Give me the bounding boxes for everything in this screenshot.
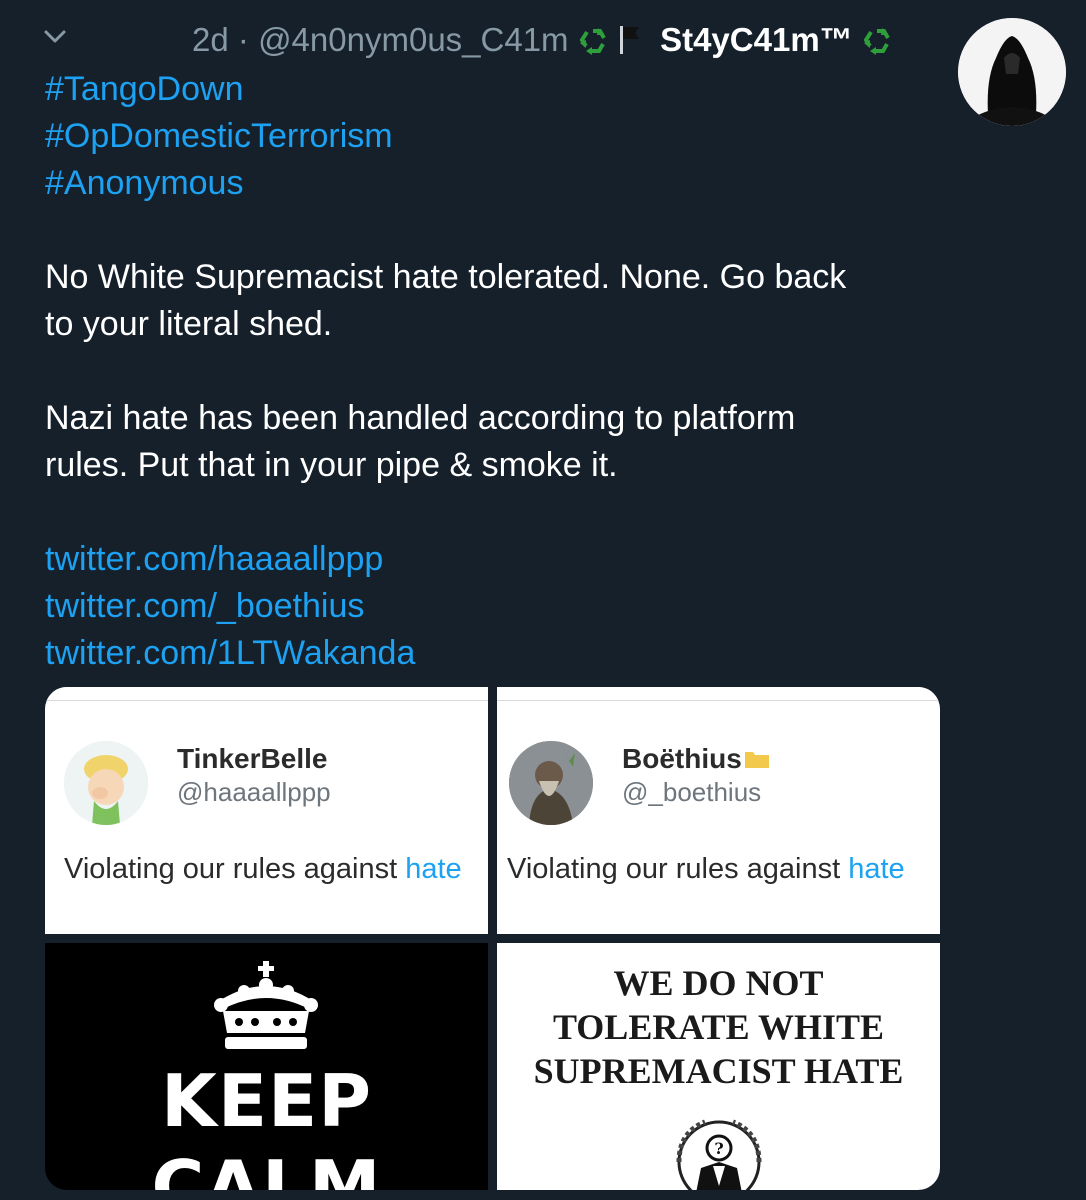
hashtag[interactable]: #OpDomesticTerrorism — [45, 113, 945, 160]
divider — [497, 687, 940, 701]
tweet-text-line: rules. Put that in your pipe & smoke it. — [45, 446, 618, 484]
card-avatar — [509, 741, 593, 825]
crown-icon — [214, 961, 318, 1049]
recycle-icon — [862, 23, 892, 67]
folder-icon — [744, 752, 769, 768]
keep-calm-line: CALM — [151, 1145, 382, 1190]
card-handle: @haaaallppp — [177, 777, 331, 807]
card-violation-text: Violating our rules against hate — [507, 853, 905, 886]
display-name[interactable]: St4yC41m™ — [660, 21, 853, 58]
media-image-poster[interactable]: WE DO NOT TOLERATE WHITE SUPREMACIST HAT… — [497, 943, 940, 1190]
poster-line: SUPREMACIST HATE — [533, 1051, 904, 1091]
separator: · — [237, 21, 249, 58]
hashtag[interactable]: #TangoDown — [45, 66, 945, 113]
chevron-down-icon[interactable] — [40, 22, 70, 52]
card-avatar — [64, 741, 148, 825]
violation-text: Violating our rules against — [64, 853, 406, 885]
media-grid: TinkerBelle @haaaallppp Violating our ru… — [45, 687, 940, 1190]
hashtag[interactable]: #Anonymous — [45, 160, 945, 207]
media-image-card-tinkerbelle[interactable]: TinkerBelle @haaaallppp Violating our ru… — [45, 687, 488, 934]
handle[interactable]: @4n0nym0us_C41m — [258, 21, 569, 58]
tweet-time[interactable]: 2d — [192, 21, 229, 58]
divider — [45, 687, 488, 701]
tweet-header: 2d · @4n0nym0us_C41m St4yC41m™ — [192, 18, 892, 67]
card-name: Boëthius — [622, 743, 770, 775]
recycle-icon — [578, 23, 608, 67]
anonymous-logo-icon: ? — [676, 1119, 762, 1190]
tweet-text-line: Nazi hate has been handled according to … — [45, 399, 796, 437]
card-handle: @_boethius — [622, 777, 762, 807]
black-flag-icon — [617, 23, 643, 67]
avatar[interactable] — [958, 18, 1066, 126]
tweet-text-line: No White Supremacist hate tolerated. Non… — [45, 258, 847, 296]
media-image-keep-calm[interactable]: KEEP CALM — [45, 943, 488, 1190]
tweet-text-line: to your literal shed. — [45, 305, 333, 343]
card-violation-text: Violating our rules against hate — [64, 853, 462, 886]
violation-highlight: hate — [405, 853, 462, 885]
link[interactable]: twitter.com/haaaallppp — [45, 536, 945, 583]
svg-text:?: ? — [714, 1139, 723, 1158]
link[interactable]: twitter.com/1LTWakanda — [45, 630, 945, 677]
card-name-text: Boëthius — [622, 743, 742, 774]
card-name: TinkerBelle — [177, 743, 328, 774]
tweet-body: #TangoDown #OpDomesticTerrorism #Anonymo… — [45, 66, 945, 677]
violation-text: Violating our rules against — [507, 853, 849, 885]
link[interactable]: twitter.com/_boethius — [45, 583, 945, 630]
violation-highlight: hate — [848, 853, 905, 885]
media-image-card-boethius[interactable]: Boëthius @_boethius Violating our rules … — [497, 687, 940, 934]
poster-line: TOLERATE WHITE — [552, 1007, 885, 1047]
poster-line: WE DO NOT — [613, 963, 824, 1003]
keep-calm-line: KEEP — [161, 1059, 372, 1143]
